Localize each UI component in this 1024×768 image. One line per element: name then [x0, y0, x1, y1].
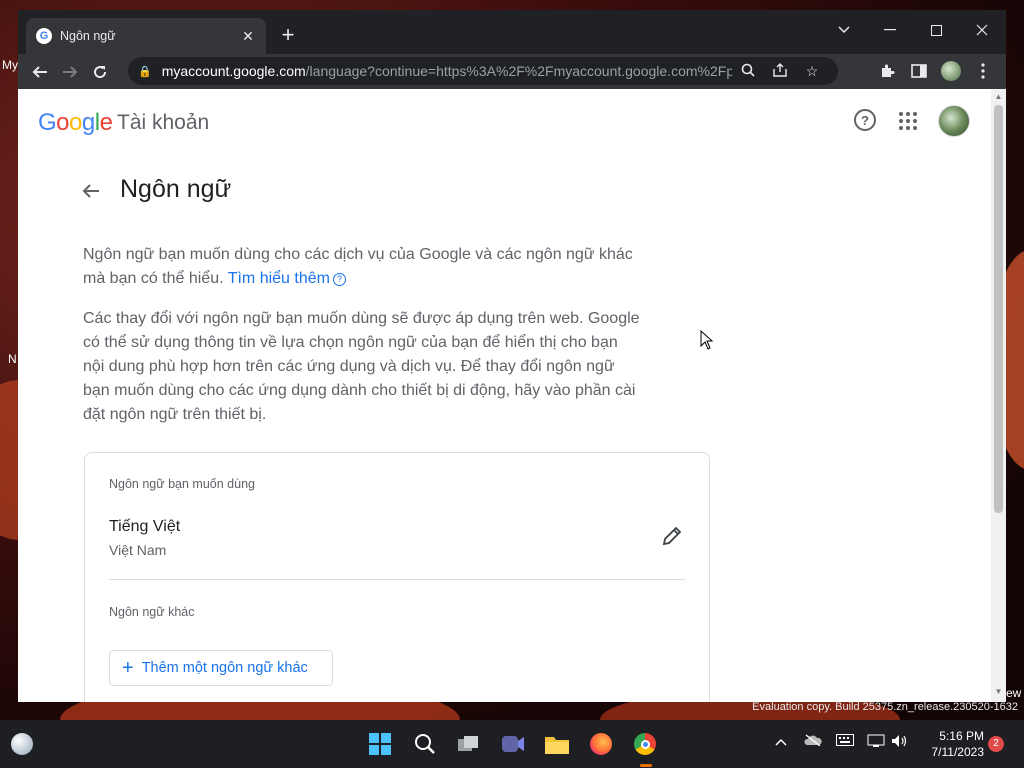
help-circle-icon[interactable]: ? [332, 273, 346, 286]
show-hidden-icons-chevron-icon[interactable] [771, 734, 791, 749]
taskbar: 5:16 PM 7/11/2023 2 [0, 720, 1024, 768]
bookmark-star-icon[interactable]: ☆ [796, 63, 828, 80]
task-view-icon[interactable] [455, 730, 483, 758]
google-logo[interactable]: Google [38, 109, 113, 137]
evaluation-watermark: Evaluation copy. Build 25375.zn_release.… [752, 701, 1018, 713]
minimize-button[interactable] [870, 16, 910, 44]
page-scrollbar[interactable]: ▲ ▼ [991, 89, 1006, 702]
firefox-icon[interactable] [587, 730, 615, 758]
scroll-thumb[interactable] [994, 105, 1003, 513]
clock-date: 7/11/2023 [931, 745, 985, 759]
intro-text: Ngôn ngữ bạn muốn dùng cho các dịch vụ c… [83, 246, 633, 287]
product-name[interactable]: Tài khoản [117, 111, 209, 135]
desktop-icon-label[interactable]: ew [1006, 686, 1021, 700]
share-icon[interactable] [764, 62, 796, 80]
preferred-language-name: Tiếng Việt [109, 518, 181, 535]
scroll-up-arrow-icon[interactable]: ▲ [994, 92, 1003, 101]
volume-icon[interactable] [890, 734, 910, 751]
desktop-icon-label[interactable]: My [2, 58, 18, 72]
weather-widget-icon[interactable] [8, 730, 36, 758]
add-language-label: Thêm một ngôn ngữ khác [141, 660, 308, 676]
chrome-taskbar-icon[interactable] [631, 730, 659, 758]
help-icon[interactable]: ? [854, 109, 876, 131]
search-icon[interactable] [732, 63, 764, 80]
profile-avatar-toolbar[interactable] [936, 56, 966, 86]
url-host: myaccount.google.com [161, 63, 306, 79]
active-app-indicator [640, 764, 652, 767]
browser-window: G Ngôn ngữ ✕ + 🔒 myaccount.google.com /l… [18, 10, 1006, 702]
network-icon[interactable] [866, 734, 886, 751]
forward-button[interactable] [55, 57, 85, 87]
intro-paragraph: Ngôn ngữ bạn muốn dùng cho các dịch vụ c… [83, 243, 643, 291]
address-bar[interactable]: 🔒 myaccount.google.com /language?continu… [128, 57, 838, 85]
notification-badge[interactable]: 2 [988, 736, 1004, 752]
close-tab-icon[interactable]: ✕ [240, 28, 256, 45]
edit-pencil-icon[interactable] [661, 525, 685, 549]
mouse-cursor-icon [700, 329, 714, 355]
lock-icon[interactable]: 🔒 [138, 65, 152, 78]
new-tab-button[interactable]: + [276, 24, 300, 46]
tab-title: Ngôn ngữ [60, 29, 116, 43]
teams-chat-icon[interactable] [499, 730, 527, 758]
tab-search-chevron-icon[interactable] [824, 16, 864, 44]
reload-button[interactable] [85, 57, 115, 87]
back-button[interactable] [25, 57, 55, 87]
onedrive-offline-icon[interactable] [803, 734, 823, 749]
keyboard-icon[interactable] [835, 734, 855, 749]
chrome-menu-icon[interactable] [968, 56, 998, 86]
description-paragraph: Các thay đổi với ngôn ngữ bạn muốn dùng … [83, 310, 640, 423]
google-account-header: Google Tài khoản ? [18, 89, 991, 153]
desktop-icon-label[interactable]: N [8, 352, 17, 366]
maximize-button[interactable] [916, 16, 956, 44]
account-avatar[interactable] [938, 105, 970, 137]
back-arrow-icon[interactable] [82, 179, 100, 205]
preferred-language-label: Ngôn ngữ bạn muốn dùng [109, 477, 255, 491]
side-panel-icon[interactable] [904, 56, 934, 86]
scroll-down-arrow-icon[interactable]: ▼ [994, 687, 1003, 696]
file-explorer-icon[interactable] [543, 730, 571, 758]
divider [109, 579, 685, 580]
page-title: Ngôn ngữ [120, 175, 232, 203]
learn-more-link[interactable]: Tìm hiểu thêm [228, 270, 330, 287]
google-apps-icon[interactable] [896, 109, 920, 133]
google-favicon-icon: G [36, 28, 52, 44]
search-icon[interactable] [411, 730, 439, 758]
start-button-windows-icon[interactable] [366, 730, 394, 758]
language-card: Ngôn ngữ bạn muốn dùng Tiếng Việt Việt N… [84, 452, 710, 702]
url-path: /language?continue=https%3A%2F%2Fmyaccou… [305, 63, 732, 79]
extensions-icon[interactable] [872, 56, 902, 86]
add-language-button[interactable]: + Thêm một ngôn ngữ khác [109, 650, 333, 686]
close-window-button[interactable] [962, 16, 1002, 44]
browser-toolbar: 🔒 myaccount.google.com /language?continu… [18, 54, 1006, 89]
clock-time: 5:16 PM [939, 729, 984, 743]
preferred-language-region: Việt Nam [109, 542, 167, 558]
other-languages-label: Ngôn ngữ khác [109, 605, 195, 619]
system-clock[interactable]: 5:16 PM 7/11/2023 [920, 728, 985, 760]
page-content: Google Tài khoản ? Ngôn ngữ Ngôn ngữ bạn… [18, 89, 991, 702]
tab-strip: G Ngôn ngữ ✕ + [18, 10, 1006, 54]
tab-language[interactable]: G Ngôn ngữ ✕ [26, 18, 266, 54]
plus-icon: + [122, 657, 134, 679]
